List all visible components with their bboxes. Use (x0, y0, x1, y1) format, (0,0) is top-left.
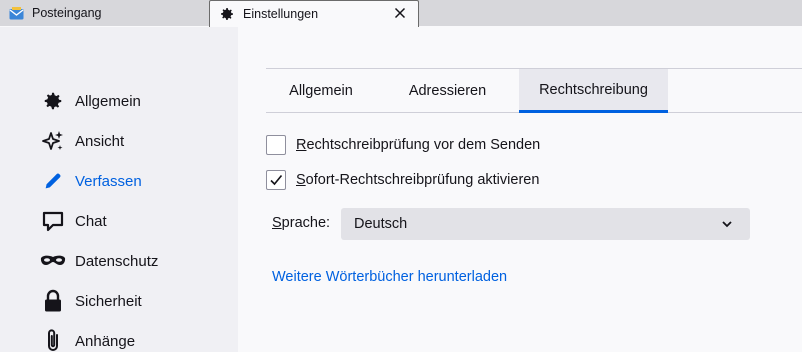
sidebar-item-chat[interactable]: Chat (40, 207, 107, 235)
sidebar-item-sicherheit[interactable]: Sicherheit (40, 287, 142, 315)
check-before-send-label: Rechtschreibprüfung vor dem Senden (296, 137, 540, 153)
sidebar-item-allgemein[interactable]: Allgemein (40, 87, 141, 115)
mail-icon (8, 5, 24, 21)
settings-sidebar: Allgemein Ansicht Verfassen Chat Datensc… (0, 27, 238, 352)
mask-icon (40, 248, 66, 274)
mnemonic: S (296, 172, 306, 188)
settings-main: Allgemein Adressieren Rechtschreibung Re… (238, 27, 802, 352)
subtab-label: Adressieren (408, 82, 487, 99)
instant-check-row[interactable]: Sofort-Rechtschreibprüfung aktivieren (266, 169, 539, 191)
tab-bar: Posteingang Einstellungen (0, 0, 802, 27)
subtab-label: Rechtschreibung (539, 81, 648, 98)
label-text: ofort-Rechtschreibprüfung aktivieren (305, 172, 540, 188)
sidebar-item-label: Verfassen (75, 172, 142, 190)
tab-adressieren[interactable]: Adressieren (376, 69, 519, 112)
mnemonic: S (272, 215, 282, 231)
tab-posteingang[interactable]: Posteingang (0, 0, 208, 26)
label-text: prache: (281, 215, 331, 231)
gear-icon (40, 88, 66, 114)
label-text: echtschreibprüfung vor dem Senden (306, 137, 541, 153)
sidebar-item-label: Sicherheit (75, 292, 142, 310)
language-select[interactable]: Deutsch (341, 208, 750, 240)
sidebar-item-label: Datenschutz (75, 252, 159, 270)
check-before-send-checkbox[interactable] (266, 135, 286, 155)
instant-check-checkbox[interactable] (266, 170, 286, 190)
sparkle-icon (40, 128, 66, 154)
tab-einstellungen[interactable]: Einstellungen (209, 0, 419, 27)
lock-icon (40, 288, 66, 314)
tab-rechtschreibung[interactable]: Rechtschreibung (519, 69, 668, 113)
tab-label: Einstellungen (243, 7, 319, 21)
tab-label: Posteingang (32, 6, 102, 20)
pencil-icon (40, 168, 66, 194)
close-icon[interactable] (392, 5, 408, 21)
check-before-send-row[interactable]: Rechtschreibprüfung vor dem Senden (266, 134, 540, 156)
sidebar-item-label: Anhänge (75, 332, 136, 350)
tab-allgemein[interactable]: Allgemein (266, 69, 376, 112)
mnemonic: R (296, 137, 307, 153)
download-dictionaries-link[interactable]: Weitere Wörterbücher herunterladen (272, 269, 507, 285)
sidebar-item-ansicht[interactable]: Ansicht (40, 127, 124, 155)
language-select-value: Deutsch (354, 216, 408, 232)
gear-icon (219, 6, 235, 22)
sidebar-item-label: Ansicht (75, 132, 125, 150)
checkmark-icon (270, 174, 283, 186)
paperclip-icon (40, 328, 66, 352)
sidebar-item-label: Allgemein (75, 92, 141, 110)
composition-subtabs: Allgemein Adressieren Rechtschreibung (266, 68, 802, 113)
subtab-label: Allgemein (289, 82, 353, 99)
chat-bubble-icon (40, 208, 66, 234)
sidebar-item-anhaenge[interactable]: Anhänge (40, 327, 135, 352)
sidebar-item-verfassen[interactable]: Verfassen (40, 167, 142, 195)
sidebar-item-label: Chat (75, 212, 107, 230)
instant-check-label: Sofort-Rechtschreibprüfung aktivieren (296, 172, 539, 188)
chevron-down-icon (720, 217, 734, 231)
sidebar-item-datenschutz[interactable]: Datenschutz (40, 247, 158, 275)
language-label: Sprache: (272, 215, 330, 231)
